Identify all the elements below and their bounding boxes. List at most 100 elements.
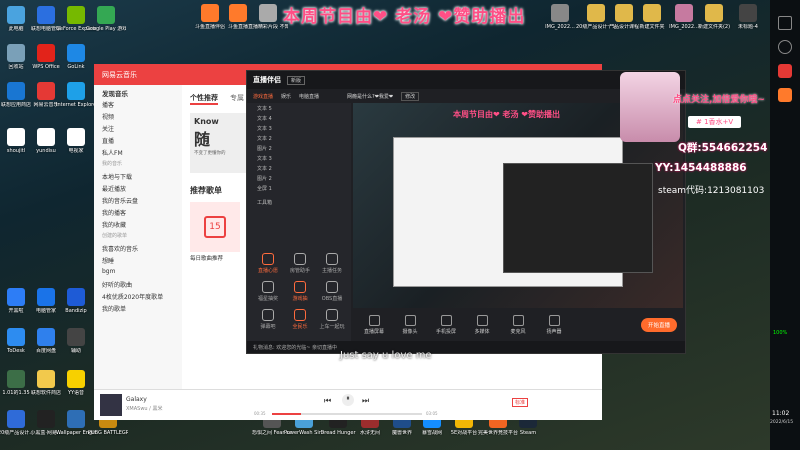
scene-toggle[interactable]: 文本 2 — [247, 163, 351, 173]
app-icon — [615, 4, 633, 22]
play-pause-icon[interactable]: ⏸ — [342, 394, 354, 406]
song-title[interactable]: Galaxy — [126, 396, 147, 403]
app-icon — [201, 4, 219, 22]
next-icon[interactable]: ⏭ — [362, 396, 369, 406]
left-desktop-icon[interactable]: 辅助 — [56, 328, 96, 354]
tool-label: 弹幕吧 — [260, 324, 276, 330]
my-music-local[interactable]: 本地与下载 — [94, 169, 182, 181]
playlist-item[interactable]: 想睡 — [94, 253, 182, 265]
tool-button[interactable]: 弹幕吧 — [253, 309, 283, 330]
tool-icon — [262, 309, 274, 321]
my-music-recent[interactable]: 最近播放 — [94, 181, 182, 193]
tool-button[interactable]: 上车一起玩 — [317, 309, 347, 330]
app-icon — [67, 44, 85, 62]
nav-live[interactable]: 直播 — [94, 133, 182, 145]
app-icon — [587, 4, 605, 22]
left-desktop-icon[interactable]: Bandizip — [56, 288, 96, 314]
scene-item[interactable]: 图片 2 — [247, 143, 351, 153]
control-mic[interactable]: 麦克风 — [503, 315, 533, 335]
left-desktop-icon[interactable]: 电视家 — [56, 128, 96, 154]
scene-item[interactable]: 文本 5 — [247, 103, 351, 113]
control-phone[interactable]: 手机投屏 — [431, 315, 461, 335]
song-artist[interactable]: XMASwu / 黑米 — [126, 405, 162, 412]
my-music-header: 我的音乐 — [102, 161, 123, 167]
douyu-taskbar-icon[interactable] — [778, 88, 792, 102]
app-icon — [705, 4, 723, 22]
top-desktop-icon[interactable]: IMG_2022... — [540, 4, 580, 30]
room-title[interactable]: 网瘾是什么?❤我爱❤ — [347, 93, 393, 100]
tool-label: 上车一起玩 — [319, 324, 345, 330]
my-music-podcast[interactable]: 我的播客 — [94, 205, 182, 217]
left-desktop-icon[interactable]: YY语音 — [56, 370, 96, 396]
banner[interactable]: Know 随 不变了更懂你的 — [190, 113, 250, 173]
scene-toggle[interactable]: 图片 2 — [247, 173, 351, 183]
tool-label: OBS直播 — [321, 296, 343, 302]
progress-track[interactable] — [272, 413, 422, 415]
control-screen[interactable]: 直播屏幕 — [359, 315, 389, 335]
nav-podcast[interactable]: 播客 — [94, 97, 182, 109]
scene-toggle[interactable]: 全屏 1 — [247, 183, 351, 193]
playlist-item[interactable]: 我的歌单 — [94, 301, 182, 313]
control-speaker[interactable]: 扬声器 — [539, 315, 569, 335]
app-icon — [37, 44, 55, 62]
tab-pc[interactable]: 电脑直播 — [299, 93, 319, 100]
playlist-item[interactable]: bgm — [94, 265, 182, 277]
left-desktop-icon[interactable]: GoLink — [56, 44, 96, 70]
app-icon — [7, 44, 25, 62]
tool-icon — [262, 253, 274, 265]
music-taskbar-icon[interactable] — [778, 64, 792, 78]
playlist-item[interactable]: 好听的歌曲 — [94, 277, 182, 289]
control-media[interactable]: 多媒体 — [467, 315, 497, 335]
daily-card[interactable]: 15 — [190, 202, 240, 252]
nav-fm[interactable]: 私人FM — [94, 145, 182, 157]
control-camera[interactable]: 摄像头 — [395, 315, 425, 335]
tab-ent[interactable]: 娱乐 — [281, 93, 291, 100]
desktop-icon-label: 电视家 — [68, 148, 84, 154]
playlist-item[interactable]: 4枚优质2020年度歌单 — [94, 289, 182, 301]
tool-button[interactable]: 主播任务 — [317, 253, 347, 274]
quality-badge[interactable]: 标准 — [512, 398, 529, 407]
tab-game[interactable]: 游戏直播 — [253, 93, 273, 100]
playlist-item[interactable]: 我喜欢的音乐 — [94, 241, 182, 253]
search-icon[interactable] — [778, 40, 792, 54]
tool-button[interactable]: 游戏抽 — [285, 281, 315, 302]
room-edit-button[interactable]: 修改 — [401, 91, 420, 101]
caption-text: Just say u love me — [340, 350, 432, 361]
clock-date: 2022/6/15 — [770, 420, 794, 425]
scene-item[interactable]: 文本 3 — [247, 123, 351, 133]
scene-toggle[interactable]: 文本 3 — [247, 153, 351, 163]
live-status-bar: 礼物消息: 欢迎您的光临~ 亲切直播中 — [247, 341, 685, 353]
tool-icon — [326, 281, 338, 293]
tab-recommend[interactable]: 个性推荐 — [190, 93, 218, 105]
nav-follow[interactable]: 关注 — [94, 121, 182, 133]
scene-item[interactable]: 文本 2 — [247, 133, 351, 143]
left-desktop-icon[interactable]: Google Play 游戏 — [86, 6, 126, 32]
tool-label: 游戏抽 — [292, 296, 308, 302]
scene-item[interactable]: 文本 4 — [247, 113, 351, 123]
nav-discover[interactable]: 发现音乐 — [94, 85, 182, 98]
album-cover[interactable] — [100, 394, 122, 416]
tool-button[interactable]: 全民乐 — [285, 309, 315, 330]
follow-tip: 点点关注,加倍爱你哦~ — [673, 95, 765, 105]
start-icon[interactable] — [778, 16, 792, 30]
tool-button[interactable]: 直播心愿 — [253, 253, 283, 274]
top-desktop-icon[interactable]: 未标题-4 — [728, 4, 768, 30]
tool-button[interactable]: 房管助手 — [285, 253, 315, 274]
tab-exclusive[interactable]: 专属 — [230, 93, 244, 105]
app-icon — [97, 6, 115, 24]
prev-icon[interactable]: ⏮ — [324, 396, 331, 406]
nav-video[interactable]: 视频 — [94, 109, 182, 121]
my-music-collect[interactable]: 我的收藏 — [94, 217, 182, 229]
app-icon — [67, 288, 85, 306]
start-live-button[interactable]: 开始直播 — [640, 318, 677, 332]
left-desktop-icon[interactable]: Internet Explorer — [56, 82, 96, 108]
my-music-cloud[interactable]: 我的音乐云盘 — [94, 193, 182, 205]
tool-button[interactable]: 福星抽奖 — [253, 281, 283, 302]
app-icon — [259, 4, 277, 22]
app-icon — [37, 410, 55, 428]
desktop-icon-label: YY语音 — [67, 390, 85, 396]
overlay-title: 本周节目由❤ 老汤 ❤赞助播出 — [283, 7, 526, 27]
top-desktop-icon[interactable]: 直播精彩片段 不知道... — [248, 4, 288, 30]
app-icon — [37, 288, 55, 306]
tool-button[interactable]: OBS直播 — [317, 281, 347, 302]
